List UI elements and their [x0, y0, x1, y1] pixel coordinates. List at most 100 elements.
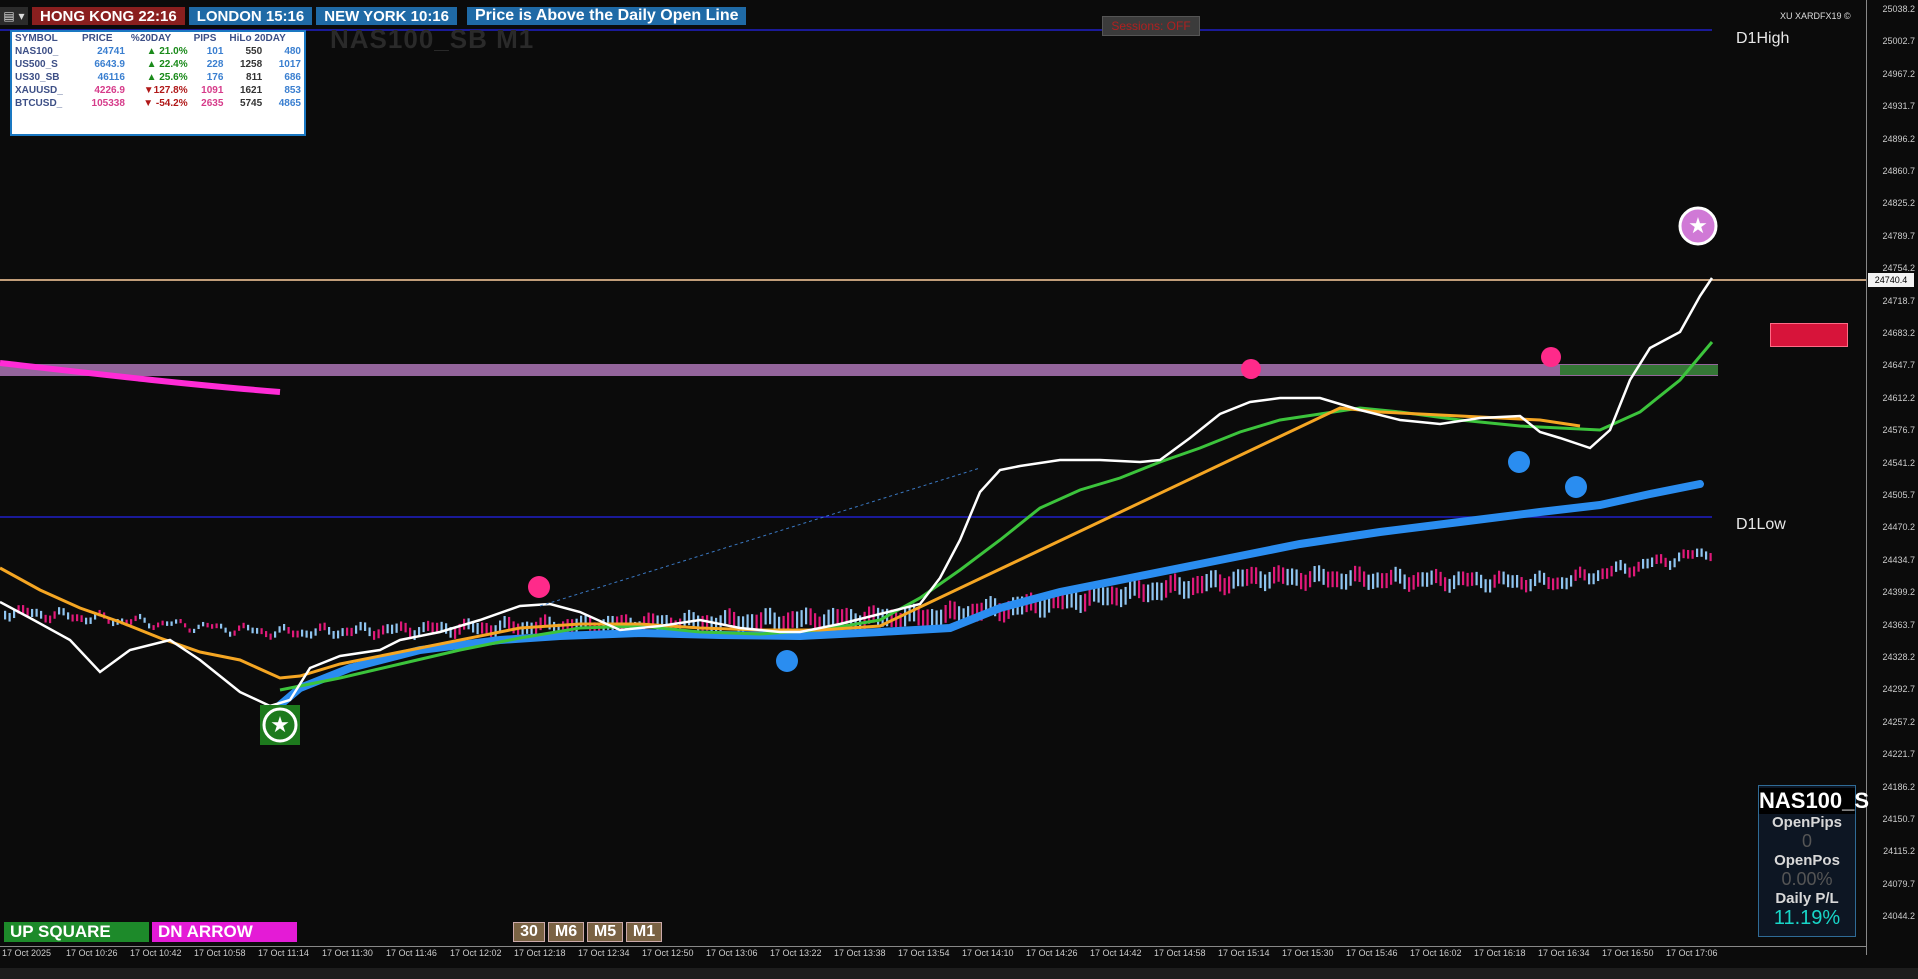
- candle: [1435, 568, 1438, 584]
- candle: [1624, 563, 1627, 574]
- time-tick-label: 17 Oct 13:06: [706, 948, 758, 958]
- time-tick-label: 17 Oct 11:46: [386, 948, 437, 958]
- candle: [1570, 575, 1573, 587]
- candle: [53, 611, 56, 619]
- candle: [305, 630, 308, 638]
- ticker-pips: 2635: [201, 98, 224, 109]
- candle: [1673, 558, 1676, 568]
- dn-arrow-button[interactable]: DN ARROW: [152, 922, 297, 942]
- candle: [1322, 568, 1325, 585]
- price-tick-label: 24541.2: [1882, 457, 1915, 468]
- price-axis[interactable]: 25038.2 25002.7 24967.2 24931.7 24896.2 24860…: [1866, 0, 1918, 955]
- candle: [40, 610, 43, 619]
- candle: [1340, 573, 1343, 590]
- candle: [1277, 565, 1280, 582]
- price-tick-label: 24434.7: [1882, 554, 1915, 565]
- candle: [197, 624, 200, 630]
- timeframe-m5-button[interactable]: M5: [587, 922, 623, 942]
- up-square-button[interactable]: UP SQUARE: [4, 922, 149, 942]
- candle: [1606, 568, 1609, 579]
- price-tick-label: 24576.7: [1882, 425, 1915, 436]
- candle: [260, 628, 263, 635]
- candle: [1637, 561, 1640, 572]
- candle: [1160, 582, 1163, 601]
- price-tick-label: 25002.7: [1882, 36, 1915, 47]
- candle: [148, 623, 151, 629]
- candle: [247, 624, 250, 631]
- time-tick-label: 17 Oct 16:50: [1602, 948, 1654, 958]
- candle: [1534, 573, 1537, 587]
- candle: [377, 629, 380, 639]
- time-axis[interactable]: 17 Oct 2025 17 Oct 10:26 17 Oct 10:42 17 Oc…: [0, 946, 1866, 961]
- price-tick-label: 24718.7: [1882, 295, 1915, 306]
- price-tick-label: 24470.2: [1882, 522, 1915, 533]
- candle: [1102, 587, 1105, 606]
- open-pos-value: 0.00%: [1781, 869, 1833, 889]
- candle: [359, 621, 362, 631]
- alert-box[interactable]: [1770, 323, 1848, 347]
- candle: [130, 619, 133, 625]
- col-pct: %20DAY: [130, 33, 172, 44]
- ticker-lo: 1017: [278, 59, 301, 70]
- ticker-row: US500_S 6643.9 ▲ 22.4% 228 1258 1017: [12, 58, 304, 71]
- ticker-hi: 811: [246, 72, 263, 83]
- time-tick-label: 17 Oct 10:58: [194, 948, 246, 958]
- candle: [1372, 573, 1375, 589]
- candle: [337, 630, 340, 639]
- ticker-symbol: US30_SB: [15, 72, 60, 83]
- candle: [530, 622, 533, 635]
- time-tick-label: 17 Oct 12:02: [450, 948, 502, 958]
- candle: [1547, 577, 1550, 589]
- candle: [1696, 548, 1699, 558]
- price-tick-label: 24257.2: [1882, 716, 1915, 727]
- candle: [1327, 571, 1330, 588]
- time-tick-label: 17 Oct 17:06: [1666, 948, 1718, 958]
- candle: [184, 623, 187, 628]
- price-tick-label: 24150.7: [1882, 814, 1915, 824]
- time-tick-label: 17 Oct 15:30: [1282, 948, 1334, 958]
- candle: [215, 623, 218, 629]
- dashed-trendline: [539, 467, 981, 607]
- time-tick-label: 17 Oct 12:34: [578, 948, 630, 958]
- timeframe-30-button[interactable]: 30: [513, 922, 545, 942]
- candle: [800, 610, 803, 627]
- candle: [283, 623, 286, 631]
- candle: [35, 608, 38, 617]
- sessions-toggle-button[interactable]: Sessions: OFF: [1102, 16, 1200, 36]
- timeframe-m1-button[interactable]: M1: [626, 922, 662, 942]
- ticker-price: 46116: [97, 72, 125, 83]
- candle: [944, 604, 947, 623]
- candle: [922, 610, 925, 628]
- candle: [1601, 568, 1604, 580]
- ticker-row: NAS100_ 24741 ▲ 21.0% 101 550 480: [12, 45, 304, 58]
- svg-text:★: ★: [1688, 214, 1708, 239]
- candle: [877, 607, 880, 626]
- sell-star-marker: ★: [1678, 206, 1718, 246]
- candle: [917, 607, 920, 626]
- candle: [269, 633, 272, 640]
- price-tick-label: 24505.7: [1882, 490, 1915, 500]
- price-chart[interactable]: ★ ★: [0, 0, 1918, 979]
- open-pos-label: OpenPos: [1774, 852, 1840, 869]
- candle: [166, 621, 169, 626]
- candle: [1106, 587, 1109, 606]
- time-tick-label: 17 Oct 15:46: [1346, 948, 1398, 958]
- candle: [1579, 566, 1582, 578]
- candle: [301, 629, 304, 637]
- ticker-row: BTCUSD_ 105338 ▼ -54.2% 2635 5745 4865: [12, 97, 304, 110]
- candle: [1165, 580, 1168, 598]
- candle: [1700, 548, 1703, 557]
- candle: [1169, 575, 1172, 593]
- candle: [49, 615, 52, 624]
- candle: [193, 628, 196, 633]
- candle: [1471, 572, 1474, 586]
- time-tick-label: 17 Oct 10:42: [130, 948, 182, 958]
- candle: [386, 624, 389, 634]
- ticker-symbol: NAS100_: [15, 46, 59, 57]
- menu-icon[interactable]: ▤ ▾: [0, 7, 28, 25]
- candle: [224, 627, 227, 633]
- candle: [1232, 571, 1235, 589]
- timeframe-m6-button[interactable]: M6: [548, 922, 584, 942]
- candle: [1525, 579, 1528, 593]
- candle: [773, 612, 776, 629]
